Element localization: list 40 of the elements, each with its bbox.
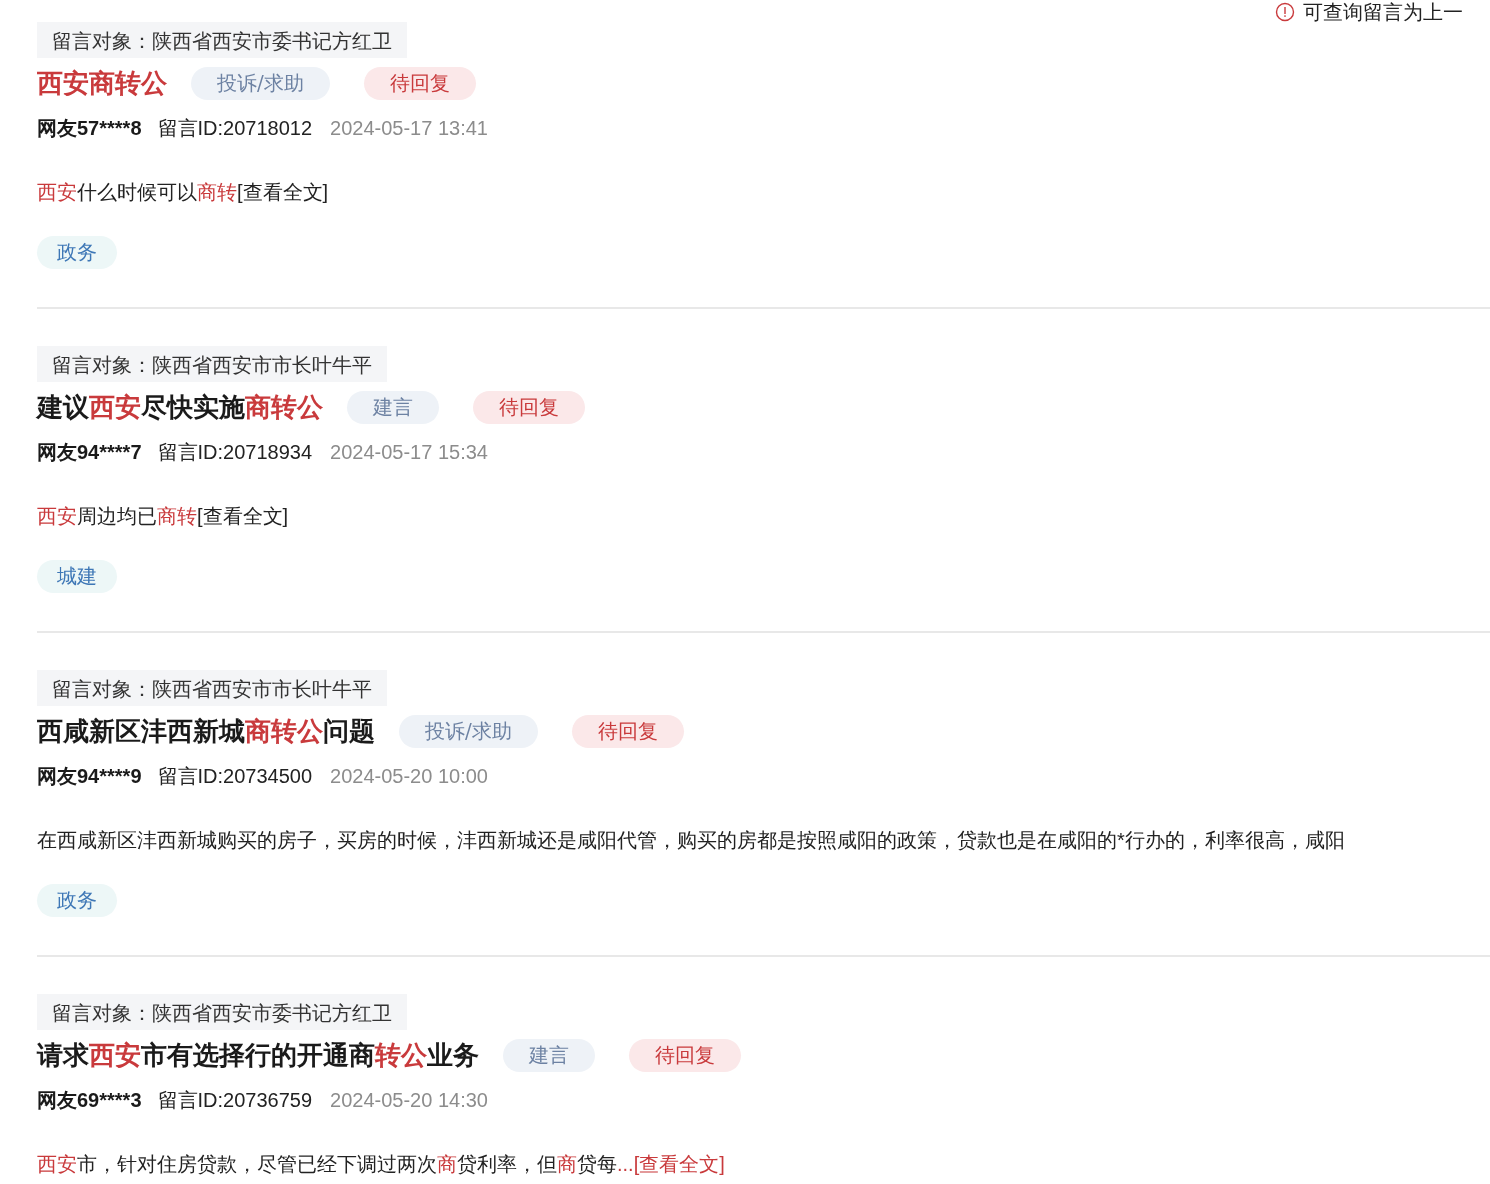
alert-icon	[1275, 2, 1295, 22]
message-id: 留言ID:20718012	[157, 115, 313, 141]
message-excerpt: 西安周边均已商转[查看全文]	[37, 504, 290, 529]
author-name: 网友69****3	[37, 1087, 142, 1113]
message-time: 2024-05-17 15:34	[330, 440, 488, 464]
message-target: 留言对象：陕西省西安市委书记方红卫	[37, 22, 407, 58]
message-title[interactable]: 建议西安尽快实施商转公	[37, 389, 323, 425]
message-id: 留言ID:20736759	[157, 1087, 313, 1113]
message-excerpt: 西安市，针对住房贷款，尽管已经下调过两次商贷利率，但商贷每...[查看全文]	[37, 1152, 726, 1177]
message-id: 留言ID:20734500	[157, 763, 313, 789]
message-time: 2024-05-17 13:41	[330, 116, 488, 140]
message-title[interactable]: 西安商转公	[37, 65, 167, 101]
read-more-link[interactable]: [查看全文]	[197, 505, 289, 527]
message-excerpt: 西安什么时候可以商转[查看全文]	[37, 180, 330, 205]
author-name: 网友94****7	[37, 439, 142, 465]
author-name: 网友57****8	[37, 115, 142, 141]
author-name: 网友94****9	[37, 763, 142, 789]
read-more-link[interactable]: [查看全文]	[237, 181, 329, 203]
status-badge: 待回复	[629, 1038, 741, 1072]
message-excerpt: 在西咸新区沣西新城购买的房子，买房的时候，沣西新城还是咸阳代管，购买的房都是按照咸阳的政策，贷款也是在咸阳的*行办的，利率很高，咸阳	[37, 828, 1346, 853]
message-target: 留言对象：陕西省西安市委书记方红卫	[37, 994, 407, 1030]
type-badge: 建言	[503, 1038, 595, 1072]
category-tag[interactable]: 政务	[37, 884, 117, 917]
message-target: 留言对象：陕西省西安市市长叶牛平	[37, 346, 387, 382]
category-tag[interactable]: 城建	[37, 560, 117, 593]
status-badge: 待回复	[363, 66, 476, 100]
message-id: 留言ID:20718934	[157, 439, 313, 465]
type-badge: 建言	[347, 390, 439, 424]
read-more-link[interactable]: ...[查看全文]	[617, 1153, 725, 1175]
notice-text: 可查询留言为上一	[1303, 0, 1463, 24]
message-time: 2024-05-20 10:00	[330, 764, 488, 788]
message-target: 留言对象：陕西省西安市市长叶牛平	[37, 670, 387, 706]
message-time: 2024-05-20 14:30	[330, 1088, 488, 1112]
message-title[interactable]: 西咸新区沣西新城商转公问题	[37, 713, 375, 749]
type-badge: 投诉/求助	[399, 714, 538, 748]
status-badge: 待回复	[473, 390, 585, 424]
category-tag[interactable]: 政务	[37, 236, 117, 269]
type-badge: 投诉/求助	[191, 66, 330, 100]
message-title[interactable]: 请求西安市有选择行的开通商转公业务	[37, 1037, 479, 1073]
status-badge: 待回复	[571, 714, 684, 748]
